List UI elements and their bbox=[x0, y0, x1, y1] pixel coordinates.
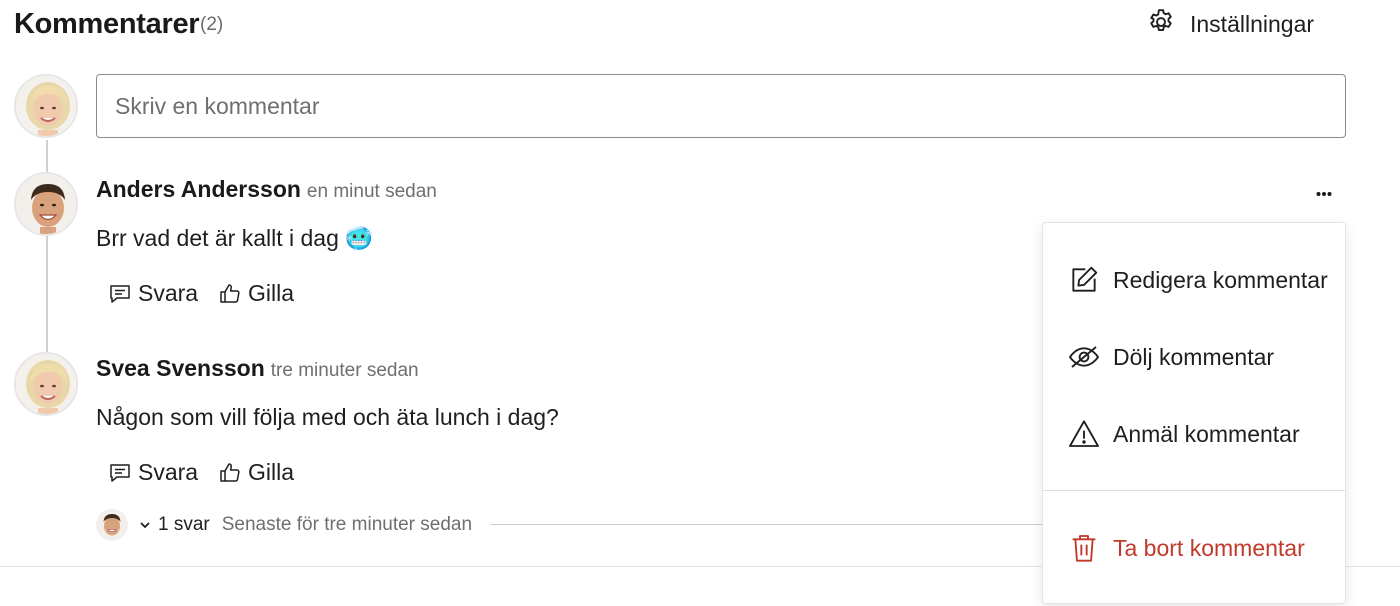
comment-time: en minut sedan bbox=[306, 181, 437, 202]
edit-icon bbox=[1067, 263, 1101, 297]
eye-off-icon bbox=[1067, 340, 1101, 374]
menu-item-label: Anmäl kommentar bbox=[1113, 420, 1300, 447]
reply-avatar bbox=[96, 509, 128, 541]
comment-icon bbox=[110, 463, 130, 482]
like-label: Gilla bbox=[248, 280, 295, 306]
comment-time: tre minuter sedan bbox=[270, 360, 419, 381]
comment-count: (2) bbox=[200, 14, 224, 35]
like-label: Gilla bbox=[248, 459, 295, 485]
comment-avatar bbox=[14, 172, 78, 236]
comment-options-menu: Redigera kommentar Dölj kommentar Anmäl … bbox=[1042, 222, 1346, 604]
reply-latest-time: Senaste för tre minuter sedan bbox=[221, 514, 473, 535]
menu-item-hide[interactable]: Dölj kommentar bbox=[1043, 327, 1345, 387]
reply-button[interactable]: Svara bbox=[108, 459, 198, 486]
comment-author[interactable]: Svea Svensson bbox=[96, 355, 265, 382]
reply-button[interactable]: Svara bbox=[108, 280, 198, 307]
ellipsis-icon bbox=[1316, 192, 1332, 196]
settings-label: Inställningar bbox=[1190, 10, 1315, 37]
reply-label: Svara bbox=[138, 459, 199, 485]
comment-avatar bbox=[14, 352, 78, 416]
replies-summary: 1 svar Senaste för tre minuter sedan bbox=[96, 508, 472, 542]
menu-item-delete[interactable]: Ta bort kommentar bbox=[1043, 518, 1345, 578]
cold-face-emoji: 🥶 bbox=[344, 225, 374, 251]
settings-button[interactable]: Inställningar bbox=[1146, 8, 1314, 40]
show-replies-toggle[interactable]: 1 svar bbox=[138, 514, 210, 536]
page-title: Kommentarer bbox=[14, 8, 200, 40]
gear-icon bbox=[1146, 7, 1176, 42]
comment-text: Någon som vill följa med och äta lunch i… bbox=[96, 404, 559, 430]
reply-label: Svara bbox=[138, 280, 199, 306]
chevron-down-icon bbox=[140, 522, 150, 529]
comment-input[interactable] bbox=[96, 74, 1346, 138]
thumbs-up-icon bbox=[220, 462, 240, 482]
menu-item-label: Redigera kommentar bbox=[1113, 266, 1328, 293]
menu-item-label: Dölj kommentar bbox=[1113, 343, 1275, 370]
menu-divider bbox=[1043, 490, 1345, 491]
comment-meta: Svea Svensson tre minuter sedan bbox=[96, 355, 419, 382]
comment-meta: Anders Andersson en minut sedan bbox=[96, 176, 437, 203]
menu-item-edit[interactable]: Redigera kommentar bbox=[1043, 250, 1345, 310]
divider bbox=[490, 524, 1050, 525]
more-options-button[interactable] bbox=[1312, 182, 1336, 206]
comment-text: Brr vad det är kallt i dag bbox=[96, 225, 339, 251]
trash-icon bbox=[1067, 531, 1101, 565]
comment-icon bbox=[110, 284, 130, 303]
comment-body: Brr vad det är kallt i dag 🥶 bbox=[96, 225, 374, 252]
reply-count: 1 svar bbox=[158, 514, 210, 535]
menu-item-label: Ta bort kommentar bbox=[1113, 534, 1305, 561]
like-button[interactable]: Gilla bbox=[218, 459, 294, 486]
menu-item-report[interactable]: Anmäl kommentar bbox=[1043, 404, 1345, 464]
like-button[interactable]: Gilla bbox=[218, 280, 294, 307]
comment-author[interactable]: Anders Andersson bbox=[96, 176, 301, 203]
thumbs-up-icon bbox=[220, 283, 240, 303]
warning-icon bbox=[1067, 417, 1101, 451]
current-user-avatar bbox=[14, 74, 78, 138]
